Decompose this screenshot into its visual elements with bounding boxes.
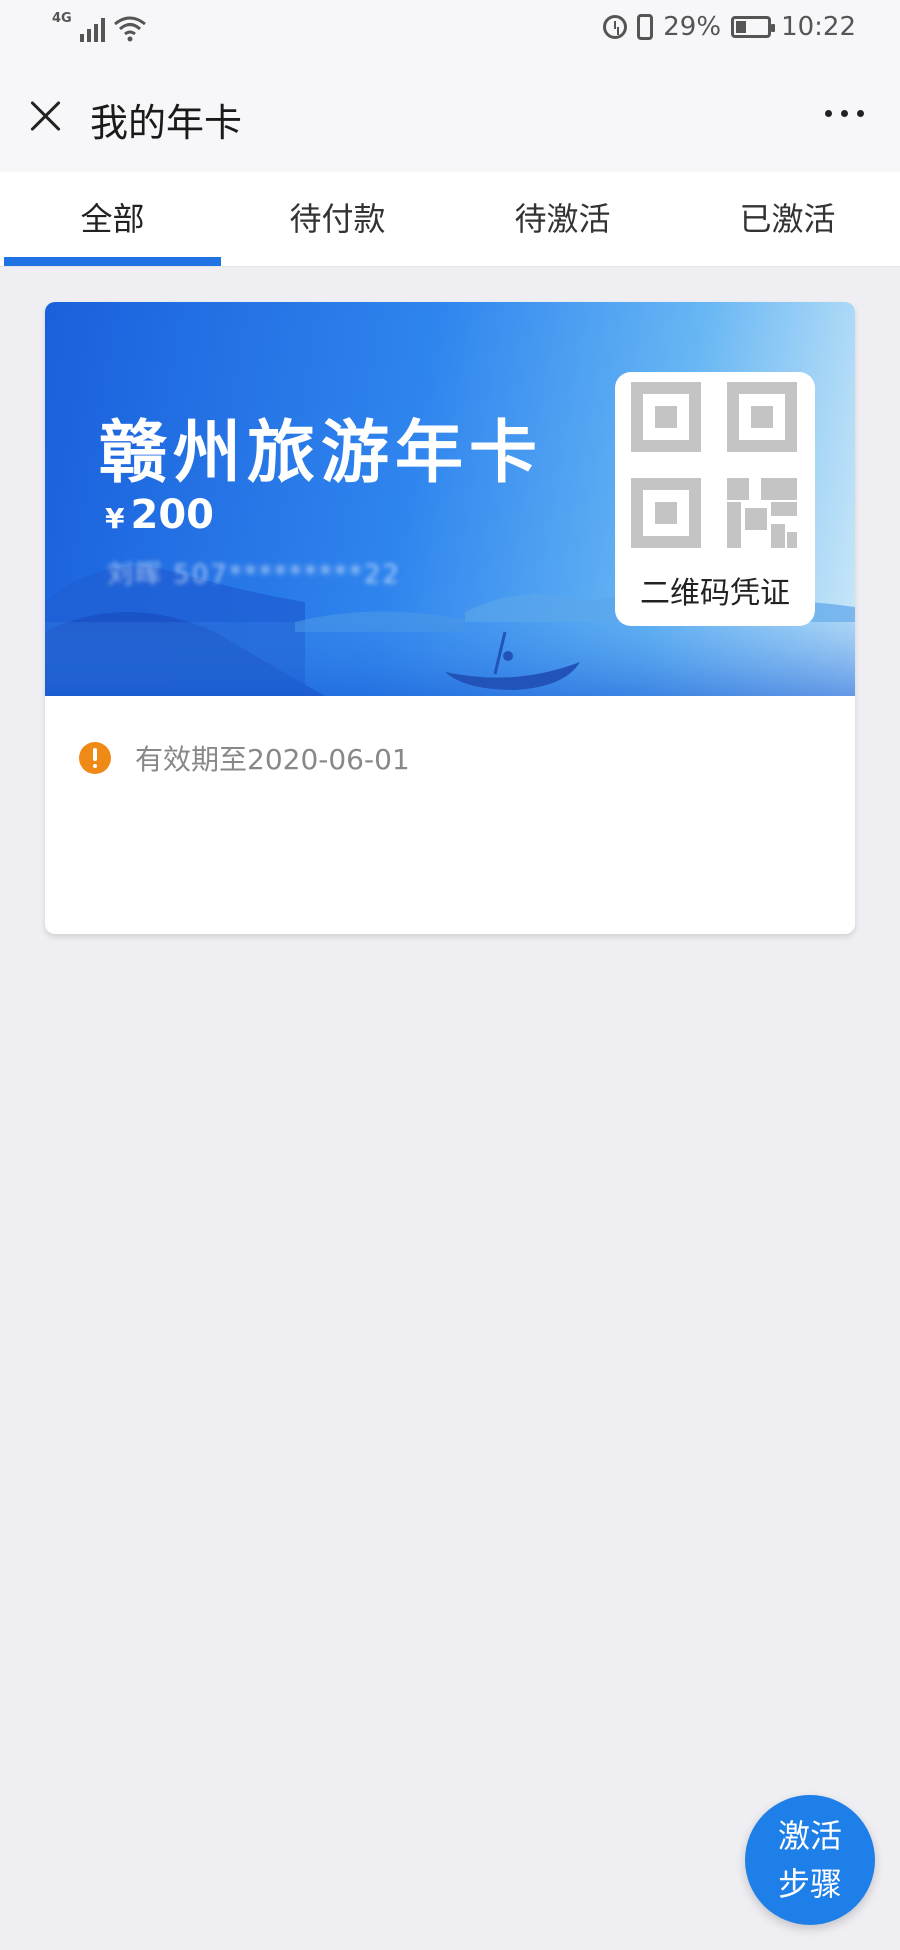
fab-line1: 激活 xyxy=(777,1817,842,1855)
status-bar: 4G 29% 10:22 xyxy=(0,0,900,62)
card-owner-masked: 刘晖 507*********22 xyxy=(107,560,401,590)
network-label: 4G xyxy=(52,11,72,26)
card-price: ¥200 xyxy=(105,492,214,538)
qr-code-button[interactable]: 二维码凭证 xyxy=(615,372,815,626)
fab-line2: 步骤 xyxy=(777,1865,842,1903)
app-header: 我的年卡 xyxy=(0,62,900,172)
tab-pending-activation[interactable]: 待激活 xyxy=(450,172,675,266)
battery-icon xyxy=(731,16,776,38)
tab-activated[interactable]: 已激活 xyxy=(675,172,900,266)
currency-symbol: ¥ xyxy=(105,502,125,535)
qr-label: 二维码凭证 xyxy=(640,576,790,611)
status-left: 4G xyxy=(52,11,147,42)
wifi-icon xyxy=(113,16,146,42)
card-validity-row: 有效期至2020-06-01 xyxy=(79,738,410,778)
qr-code-icon xyxy=(631,382,797,548)
clock: 10:22 xyxy=(781,12,856,42)
vibrate-icon xyxy=(637,14,654,40)
battery-percent: 29% xyxy=(663,12,722,42)
tab-bar: 全部 待付款 待激活 已激活 xyxy=(0,172,900,267)
tab-pending-payment[interactable]: 待付款 xyxy=(225,172,450,266)
card-banner: 赣州旅游年卡 ¥200 刘晖 507*********22 二维码凭证 xyxy=(45,302,855,696)
warning-icon xyxy=(79,742,111,774)
activation-steps-button[interactable]: 激活 步骤 xyxy=(745,1795,875,1925)
tab-all[interactable]: 全部 xyxy=(0,172,225,266)
price-value: 200 xyxy=(130,492,214,538)
close-icon[interactable] xyxy=(24,94,68,138)
alarm-icon xyxy=(603,15,628,39)
card-title: 赣州旅游年卡 xyxy=(99,414,544,493)
annual-card[interactable]: 赣州旅游年卡 ¥200 刘晖 507*********22 二维码凭证 有效期至… xyxy=(45,302,855,934)
status-right: 29% 10:22 xyxy=(603,12,856,42)
validity-text: 有效期至2020-06-01 xyxy=(135,743,410,776)
signal-icon xyxy=(79,16,105,42)
more-icon[interactable] xyxy=(825,110,864,117)
tab-active-indicator xyxy=(4,257,221,266)
page-title: 我的年卡 xyxy=(90,101,243,145)
